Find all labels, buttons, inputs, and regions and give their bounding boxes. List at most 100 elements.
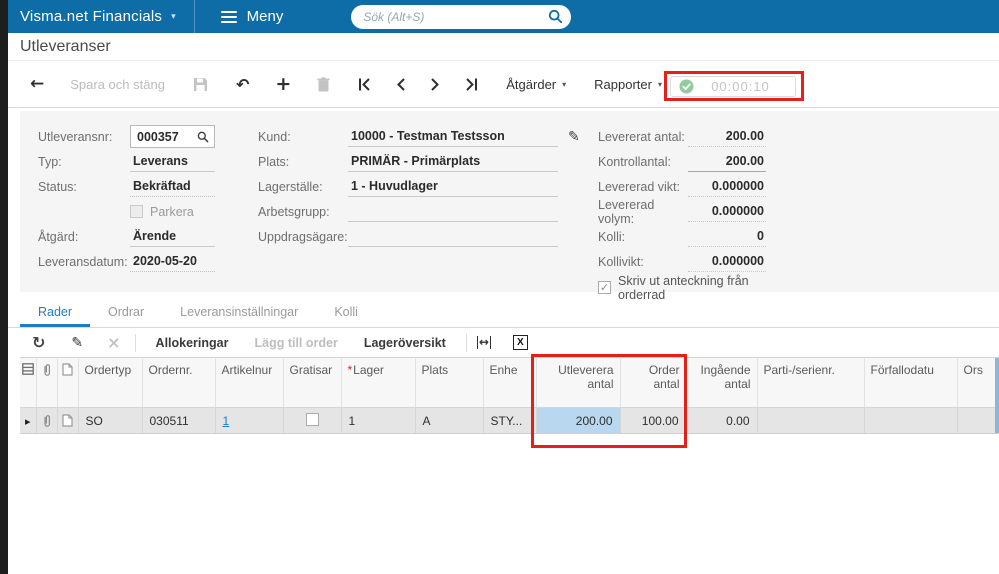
go-first-icon[interactable] <box>358 77 372 91</box>
col-header-ordernr[interactable]: Ordernr. <box>142 357 216 408</box>
uppdragsagare-field[interactable] <box>348 226 558 247</box>
undo-icon[interactable]: ↶ <box>236 75 249 94</box>
search-input[interactable] <box>363 9 549 24</box>
header-line: Ingående <box>700 363 751 377</box>
plats-field[interactable]: PRIMÄR - Primärplats <box>348 151 558 172</box>
arbetsgrupp-label: Arbetsgrupp: <box>258 204 330 219</box>
status-label: Status: <box>38 179 77 194</box>
form-row: Åtgärd: Ärende <box>38 224 238 249</box>
col-header-artikelnr[interactable]: Artikelnur <box>215 357 284 408</box>
cell-order-antal[interactable]: 100.00 <box>620 407 687 434</box>
kontrollantal-field[interactable]: 200.00 <box>688 151 766 172</box>
product-switcher[interactable]: Visma.net Financials ▾ <box>8 0 194 33</box>
toolbar-divider <box>465 333 467 352</box>
attachments-column-icon[interactable] <box>36 357 58 408</box>
go-last-icon[interactable] <box>464 77 478 91</box>
notes-column-icon[interactable] <box>57 357 79 408</box>
edit-row-icon[interactable]: ✎ <box>71 335 83 351</box>
atgard-value: Ärende <box>133 229 177 243</box>
cell-lager[interactable]: 1 <box>341 407 416 434</box>
col-header-plats[interactable]: Plats <box>415 357 484 408</box>
col-header-ingaende-antal[interactable]: Ingående antal <box>686 357 758 408</box>
col-header-enhet[interactable]: Enhe <box>483 357 537 408</box>
cell-artikelnr: 1 <box>215 407 284 434</box>
table-row[interactable]: ▸ SO 030511 1 1 A STY... 200.00 100.00 0… <box>20 407 999 434</box>
tab-kolli[interactable]: Kolli <box>316 300 376 327</box>
artikelnr-link[interactable]: 1 <box>223 414 230 428</box>
kund-field[interactable]: 10000 - Testman Testsson <box>348 126 558 147</box>
col-header-lager[interactable]: *Lager <box>341 357 416 408</box>
fit-columns-icon[interactable]: ↔ <box>476 336 491 349</box>
delete-icon[interactable] <box>317 76 330 92</box>
utleveransnr-field[interactable]: 000357 <box>130 125 215 148</box>
global-search[interactable] <box>351 4 572 29</box>
grid-settings-icon[interactable] <box>20 357 37 408</box>
kund-label: Kund: <box>258 129 291 144</box>
cell-parti-serienr[interactable] <box>757 407 865 434</box>
cell-enhet[interactable]: STY... <box>483 407 537 434</box>
left-edge-strip <box>0 0 8 574</box>
col-header-utlevererat-antal[interactable]: Utleverera antal <box>536 357 621 408</box>
levererad-volym-value: 0.000000 <box>711 204 764 218</box>
chevron-down-icon: ▾ <box>657 79 662 89</box>
leveransdatum-field[interactable]: 2020-05-20 <box>130 251 215 272</box>
lagg-till-order-button[interactable]: Lägg till order <box>248 336 343 350</box>
cell-plats[interactable]: A <box>415 407 484 434</box>
time-tracker[interactable]: 00:00:10 <box>670 76 796 97</box>
kontrollantal-label: Kontrollantal: <box>598 154 671 169</box>
cell-ingaende-antal[interactable]: 0.00 <box>686 407 758 434</box>
lageroversikt-button[interactable]: Lageröversikt <box>358 336 452 350</box>
menu-button[interactable]: Meny <box>195 0 310 33</box>
add-record-icon[interactable]: + <box>275 73 291 95</box>
col-header-gratisar[interactable]: Gratisar <box>283 357 342 408</box>
levererat-antal-field: 200.00 <box>688 126 766 147</box>
col-header-orsak[interactable]: Ors <box>957 357 999 408</box>
go-next-icon[interactable] <box>430 77 440 91</box>
back-button[interactable]: ← <box>30 74 44 94</box>
tab-leveransinstallningar[interactable]: Leveransinställningar <box>162 300 316 327</box>
cell-ordertyp[interactable]: SO <box>78 407 143 434</box>
form-row: Levererad vikt: 0.000000 <box>598 174 798 199</box>
export-to-excel-icon[interactable]: X <box>512 335 528 350</box>
cell-orsak[interactable] <box>957 407 999 434</box>
row-note-icon[interactable] <box>57 407 79 434</box>
leveransdatum-value: 2020-05-20 <box>133 254 197 268</box>
arbetsgrupp-field[interactable] <box>348 201 558 222</box>
atgard-field[interactable]: Ärende <box>130 226 215 247</box>
delete-row-icon[interactable]: × <box>107 333 120 352</box>
cell-ordernr[interactable]: 030511 <box>142 407 216 434</box>
reports-dropdown[interactable]: Rapporter ▾ <box>594 77 662 92</box>
lookup-icon[interactable] <box>197 131 209 143</box>
save-and-close-button[interactable]: Spara och stäng <box>70 77 165 92</box>
allokeringar-button[interactable]: Allokeringar <box>150 336 235 350</box>
tab-rader[interactable]: Rader <box>20 300 91 327</box>
row-attachment-icon[interactable] <box>36 407 58 434</box>
timer-value: 00:00:10 <box>711 79 770 94</box>
col-header-order-antal[interactable]: Order antal <box>620 357 687 408</box>
col-header-ordertyp[interactable]: Ordertyp <box>78 357 143 408</box>
cell-utlevererat-antal[interactable]: 200.00 <box>536 407 621 434</box>
refresh-icon[interactable]: ↻ <box>32 333 45 352</box>
col-header-parti-serienr[interactable]: Parti-/serienr. <box>757 357 865 408</box>
lagerstalle-field[interactable]: 1 - Huvudlager <box>348 176 558 197</box>
grid-scrollbar[interactable] <box>995 358 999 433</box>
document-summary-panel: Utleveransnr: 000357 Typ: Leverans Statu… <box>20 111 999 302</box>
cell-forfallodatum[interactable] <box>864 407 958 434</box>
form-row: Plats: PRIMÄR - Primärplats <box>258 149 588 174</box>
form-row: Uppdragsägare: <box>258 224 588 249</box>
skriv-ut-anteckning-checkbox[interactable]: ✓ <box>598 281 611 294</box>
gratisar-checkbox[interactable] <box>305 412 319 426</box>
row-expander-icon[interactable]: ▸ <box>25 415 31 428</box>
form-row: ✓ Skriv ut anteckning från orderrad <box>598 274 798 302</box>
col-header-forfallodatum[interactable]: Förfallodatu <box>864 357 958 408</box>
save-icon[interactable] <box>193 77 208 92</box>
search-icon[interactable] <box>548 9 563 24</box>
header-line: antal <box>653 377 680 391</box>
summary-column-left: Utleveransnr: 000357 Typ: Leverans Statu… <box>38 124 238 274</box>
parkera-checkbox[interactable] <box>130 205 143 218</box>
go-previous-icon[interactable] <box>396 77 406 91</box>
utleveransnr-label: Utleveransnr: <box>38 129 113 144</box>
edit-customer-icon[interactable]: ✎ <box>568 129 580 145</box>
tab-ordrar[interactable]: Ordrar <box>90 300 162 327</box>
actions-dropdown[interactable]: Åtgärder ▾ <box>506 77 566 92</box>
